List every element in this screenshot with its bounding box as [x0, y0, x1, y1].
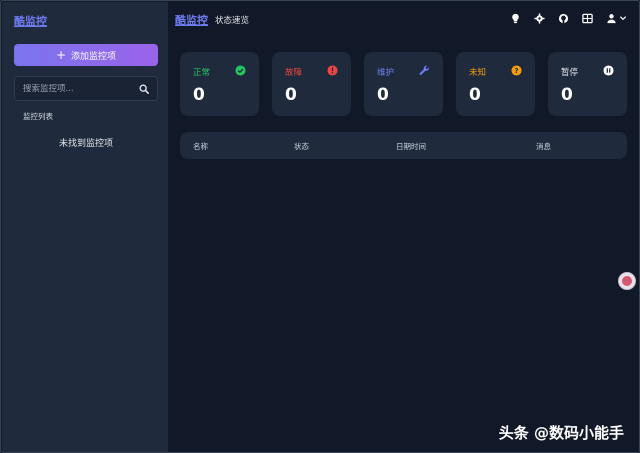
user-menu[interactable] — [605, 12, 627, 24]
card-label: 维护 — [377, 68, 395, 78]
column-header-datetime[interactable]: 日期时间 — [396, 141, 426, 152]
card-label: 未知 — [469, 68, 487, 78]
github-icon[interactable] — [557, 12, 569, 24]
wrench-icon — [419, 65, 429, 75]
search-box — [14, 76, 158, 101]
status-card-paused[interactable]: 暂停 0 — [548, 52, 627, 116]
card-label: 故障 — [285, 68, 303, 78]
lightbulb-icon[interactable] — [509, 12, 521, 24]
card-value: 0 — [469, 85, 481, 105]
card-label: 正常 — [193, 68, 211, 78]
status-card-down[interactable]: 故障 0 — [272, 52, 351, 116]
monitor-list-title: 监控列表 — [23, 112, 53, 121]
header-toolbar — [509, 12, 627, 24]
monitor-table-header: 名称 状态 日期时间 消息 — [180, 132, 627, 159]
status-card-up[interactable]: 正常 0 — [180, 52, 259, 116]
card-value: 0 — [285, 85, 297, 105]
card-value: 0 — [377, 85, 389, 105]
chevron-down-icon — [619, 16, 626, 21]
assistant-icon — [622, 276, 632, 286]
empty-list-message: 未找到监控项 — [58, 139, 113, 149]
search-icon[interactable] — [139, 84, 149, 94]
status-card-maintenance[interactable]: 维护 0 — [364, 52, 443, 116]
search-input[interactable] — [23, 83, 133, 94]
gear-icon[interactable] — [533, 12, 545, 24]
pause-circle-icon — [603, 65, 614, 76]
check-circle-icon — [235, 65, 246, 76]
grid-icon[interactable] — [581, 12, 593, 24]
page-title[interactable]: 酷监控 — [175, 12, 208, 28]
column-header-message[interactable]: 消息 — [536, 141, 551, 152]
svg-text:?: ? — [515, 67, 519, 75]
add-monitor-button[interactable]: + 添加监控项 — [14, 44, 158, 66]
sidebar: 酷监控 + 添加监控项 监控列表 未找到监控项 — [2, 2, 168, 452]
add-monitor-label: 添加监控项 — [71, 51, 117, 62]
plus-icon: + — [55, 48, 67, 62]
app-window: 酷监控 + 添加监控项 监控列表 未找到监控项 酷监控 状态速览 — [0, 0, 640, 453]
page-subtitle: 状态速览 — [215, 16, 250, 26]
question-circle-icon: ? — [511, 65, 522, 76]
floating-assistant-button[interactable] — [618, 272, 636, 290]
column-header-status[interactable]: 状态 — [294, 141, 309, 152]
column-header-name[interactable]: 名称 — [193, 141, 208, 152]
card-label: 暂停 — [561, 68, 579, 78]
status-cards: 正常 0 故障 0 维护 0 未知 ? 0 暂停 0 — [180, 52, 627, 116]
card-value: 0 — [561, 85, 573, 105]
user-icon — [606, 13, 616, 23]
app-logo[interactable]: 酷监控 — [14, 13, 47, 29]
status-card-unknown[interactable]: 未知 ? 0 — [456, 52, 535, 116]
alert-circle-icon — [327, 65, 338, 76]
watermark: 头条 @数码小能手 — [498, 424, 624, 442]
card-value: 0 — [193, 85, 205, 105]
